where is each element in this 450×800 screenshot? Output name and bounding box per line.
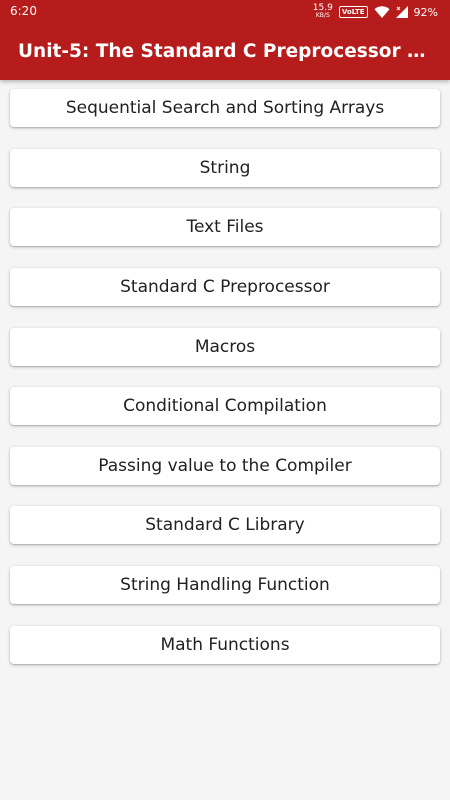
topic-label: Conditional Compilation xyxy=(123,396,327,416)
network-speed: 15.9 KB/S xyxy=(313,4,333,20)
network-speed-value: 15.9 xyxy=(312,3,333,13)
topic-label: Macros xyxy=(194,337,256,357)
topic-item[interactable]: Macros xyxy=(10,328,440,366)
page-title: Unit-5: The Standard C Preprocessor and … xyxy=(18,41,438,62)
topic-item[interactable]: Standard C Preprocessor xyxy=(10,268,440,306)
topic-item[interactable]: String Handling Function xyxy=(10,566,440,604)
topic-label: Math Functions xyxy=(160,635,290,655)
status-time: 6:20 xyxy=(10,4,37,18)
topic-label: String Handling Function xyxy=(120,575,330,595)
status-icons: 15.9 KB/S VoLTE 92% xyxy=(313,3,438,21)
topic-label: String xyxy=(199,158,251,178)
app-bar: Unit-5: The Standard C Preprocessor and … xyxy=(0,24,450,80)
topic-item[interactable]: Standard C Library xyxy=(10,506,440,544)
status-bar: 6:20 15.9 KB/S VoLTE 92% xyxy=(0,0,450,24)
battery-percentage: 92% xyxy=(413,5,438,19)
topic-label: Standard C Library xyxy=(145,515,305,535)
topic-item[interactable]: Math Functions xyxy=(10,626,440,664)
network-speed-unit: KB/S xyxy=(315,12,330,19)
signal-icon xyxy=(395,3,408,22)
topic-item[interactable]: Conditional Compilation xyxy=(10,387,440,425)
topic-label: Sequential Search and Sorting Arrays xyxy=(65,98,385,118)
topic-item[interactable]: String xyxy=(10,149,440,187)
topic-label: Passing value to the Compiler xyxy=(98,456,352,476)
topic-item[interactable]: Passing value to the Compiler xyxy=(10,447,440,485)
topic-item[interactable]: Sequential Search and Sorting Arrays xyxy=(10,89,440,127)
topic-item[interactable]: Text Files xyxy=(10,208,440,246)
volte-badge: VoLTE xyxy=(338,6,368,18)
wifi-icon xyxy=(374,3,390,22)
topic-label: Standard C Preprocessor xyxy=(120,277,330,297)
topic-label: Text Files xyxy=(186,217,264,237)
